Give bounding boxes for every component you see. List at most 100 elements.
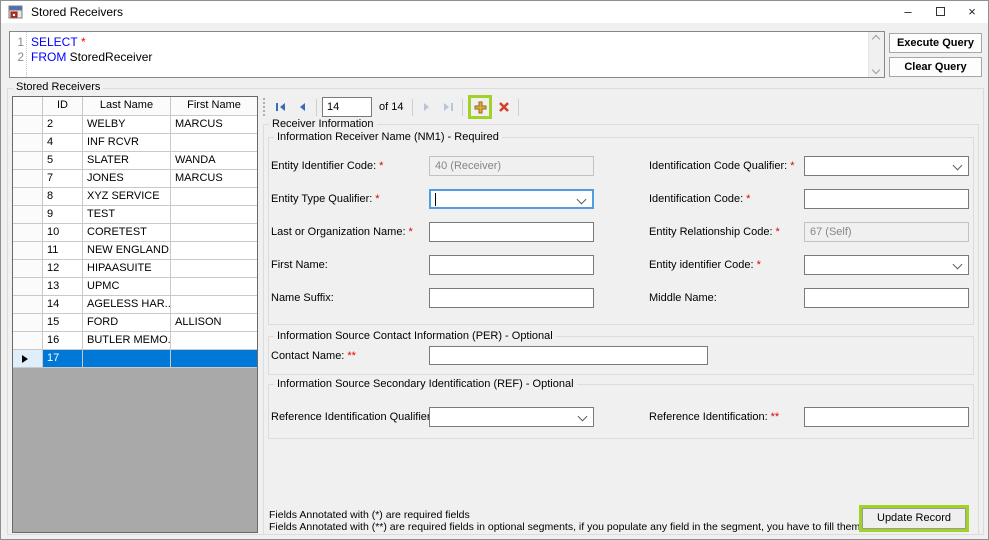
grid-cell[interactable]: CORETEST: [83, 224, 171, 242]
row-selector[interactable]: [13, 260, 43, 278]
scroll-down-icon[interactable]: [871, 65, 881, 75]
grid-cell[interactable]: WANDA: [171, 152, 257, 170]
toolbar-grip[interactable]: [263, 98, 267, 116]
delete-button[interactable]: [495, 98, 513, 116]
grid-row[interactable]: 11 NEW ENGLAND...: [13, 242, 257, 260]
move-first-button[interactable]: [272, 98, 290, 116]
last-or-organization-name-field[interactable]: [429, 222, 594, 242]
grid-cell[interactable]: [171, 188, 257, 206]
grid-cell[interactable]: 9: [43, 206, 83, 224]
grid-corner-cell[interactable]: [13, 97, 43, 116]
grid-cell[interactable]: 4: [43, 134, 83, 152]
receivers-grid[interactable]: ID Last Name First Name 2 WELBY MARCUS 4 INF…: [12, 96, 258, 533]
column-header-last-name[interactable]: Last Name: [83, 97, 171, 116]
grid-row[interactable]: 9 TEST: [13, 206, 257, 224]
update-record-button[interactable]: Update Record: [862, 508, 966, 529]
grid-cell[interactable]: 15: [43, 314, 83, 332]
scroll-up-icon[interactable]: [871, 34, 881, 44]
move-last-button[interactable]: [439, 98, 457, 116]
row-selector[interactable]: [13, 134, 43, 152]
selected-grid-row[interactable]: 17: [13, 350, 257, 368]
move-previous-button[interactable]: [293, 98, 311, 116]
row-selector[interactable]: [13, 188, 43, 206]
column-header-id[interactable]: ID: [43, 97, 83, 116]
grid-cell[interactable]: 14: [43, 296, 83, 314]
add-new-button[interactable]: [471, 98, 489, 116]
position-input[interactable]: [322, 97, 372, 117]
grid-cell[interactable]: [171, 350, 257, 368]
clear-query-button[interactable]: Clear Query: [889, 57, 982, 77]
sql-query-editor[interactable]: 1 SELECT * 2 FROM StoredReceiver: [9, 31, 885, 78]
row-selector[interactable]: [13, 350, 43, 368]
grid-cell[interactable]: AGELESS HAR...: [83, 296, 171, 314]
grid-row[interactable]: 5 SLATER WANDA: [13, 152, 257, 170]
grid-cell[interactable]: INF RCVR: [83, 134, 171, 152]
grid-cell[interactable]: 2: [43, 116, 83, 134]
grid-row[interactable]: 16 BUTLER MEMO...: [13, 332, 257, 350]
grid-cell[interactable]: NEW ENGLAND...: [83, 242, 171, 260]
row-selector[interactable]: [13, 242, 43, 260]
grid-cell[interactable]: 5: [43, 152, 83, 170]
reference-identification-qualifier-combo[interactable]: [429, 407, 594, 427]
row-selector[interactable]: [13, 278, 43, 296]
grid-cell[interactable]: [171, 278, 257, 296]
grid-cell[interactable]: 10: [43, 224, 83, 242]
grid-cell[interactable]: 13: [43, 278, 83, 296]
row-selector[interactable]: [13, 332, 43, 350]
row-selector[interactable]: [13, 314, 43, 332]
title-bar[interactable]: Stored Receivers – ×: [1, 1, 988, 23]
row-selector[interactable]: [13, 170, 43, 188]
grid-cell[interactable]: [171, 242, 257, 260]
grid-cell[interactable]: TEST: [83, 206, 171, 224]
minimize-button[interactable]: –: [892, 1, 924, 23]
contact-name-field[interactable]: [429, 346, 708, 365]
close-button[interactable]: ×: [956, 1, 988, 23]
grid-row[interactable]: 2 WELBY MARCUS: [13, 116, 257, 134]
first-name-field[interactable]: [429, 255, 594, 275]
grid-cell[interactable]: 17: [43, 350, 83, 368]
row-selector[interactable]: [13, 224, 43, 242]
grid-cell[interactable]: MARCUS: [171, 116, 257, 134]
grid-cell[interactable]: [171, 332, 257, 350]
chevron-down-icon[interactable]: [952, 259, 963, 270]
move-next-button[interactable]: [418, 98, 436, 116]
maximize-button[interactable]: [924, 1, 956, 23]
row-selector[interactable]: [13, 152, 43, 170]
grid-cell[interactable]: BUTLER MEMO...: [83, 332, 171, 350]
grid-cell[interactable]: SLATER: [83, 152, 171, 170]
grid-cell[interactable]: 16: [43, 332, 83, 350]
identification-code-field[interactable]: [804, 189, 969, 209]
grid-row[interactable]: 8 XYZ SERVICE: [13, 188, 257, 206]
reference-identification-field[interactable]: [804, 407, 969, 427]
middle-name-field[interactable]: [804, 288, 969, 308]
grid-cell[interactable]: 12: [43, 260, 83, 278]
entity-identifier-code-2-combo[interactable]: [804, 255, 969, 275]
column-header-first-name[interactable]: First Name: [171, 97, 257, 116]
grid-cell[interactable]: [171, 134, 257, 152]
grid-cell[interactable]: WELBY: [83, 116, 171, 134]
chevron-down-icon[interactable]: [952, 160, 963, 171]
row-selector[interactable]: [13, 116, 43, 134]
row-selector[interactable]: [13, 296, 43, 314]
sql-scrollbar[interactable]: [868, 32, 884, 77]
grid-cell[interactable]: MARCUS: [171, 170, 257, 188]
grid-cell[interactable]: 11: [43, 242, 83, 260]
name-suffix-field[interactable]: [429, 288, 594, 308]
grid-cell[interactable]: [171, 260, 257, 278]
grid-cell[interactable]: [171, 206, 257, 224]
entity-type-qualifier-combo[interactable]: [429, 189, 594, 209]
grid-cell[interactable]: 8: [43, 188, 83, 206]
grid-row[interactable]: 14 AGELESS HAR...: [13, 296, 257, 314]
grid-cell[interactable]: FORD: [83, 314, 171, 332]
grid-row[interactable]: 13 UPMC: [13, 278, 257, 296]
execute-query-button[interactable]: Execute Query: [889, 33, 982, 53]
row-selector[interactable]: [13, 206, 43, 224]
grid-row[interactable]: 7 JONES MARCUS: [13, 170, 257, 188]
chevron-down-icon[interactable]: [576, 194, 587, 205]
grid-cell[interactable]: UPMC: [83, 278, 171, 296]
grid-cell[interactable]: [171, 296, 257, 314]
identification-code-qualifier-combo[interactable]: [804, 156, 969, 176]
grid-cell[interactable]: 7: [43, 170, 83, 188]
grid-cell[interactable]: [171, 224, 257, 242]
grid-cell[interactable]: XYZ SERVICE: [83, 188, 171, 206]
